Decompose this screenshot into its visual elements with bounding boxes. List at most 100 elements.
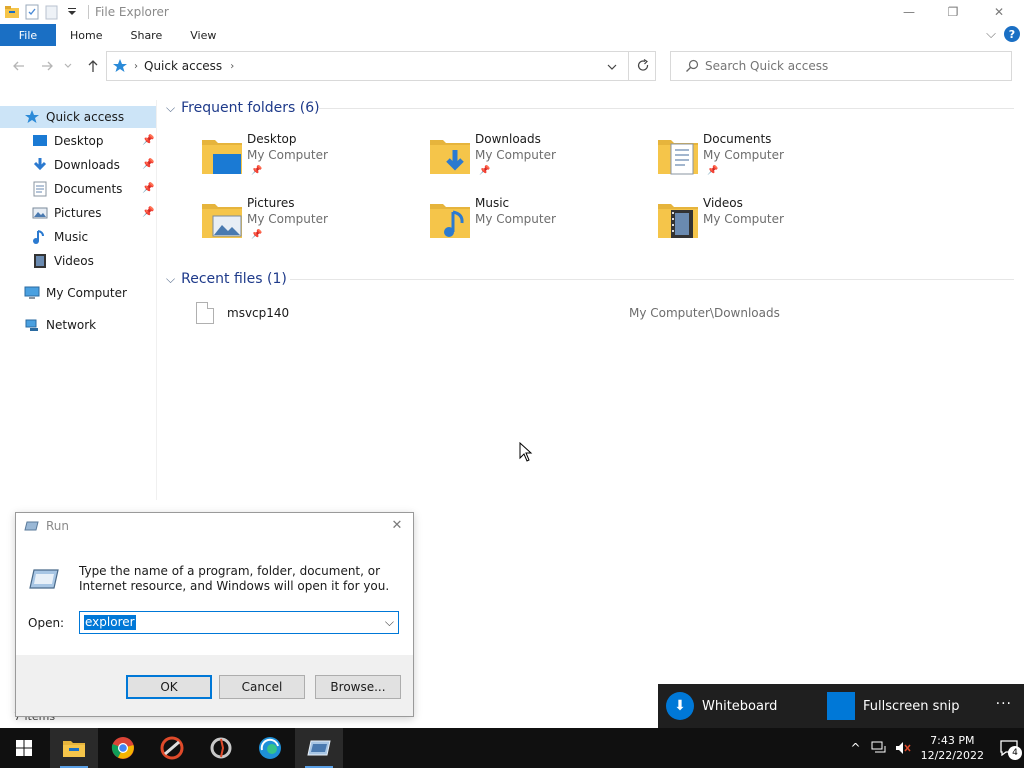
sidebar-item-my-computer[interactable]: My Computer (0, 282, 156, 304)
run-close-button[interactable]: ✕ (389, 517, 405, 533)
run-open-input[interactable]: explorer ⌵ (79, 611, 399, 634)
star-icon (24, 109, 40, 125)
music-icon (32, 229, 48, 245)
minimize-icon: — (903, 5, 915, 19)
sidebar-item-label: Videos (54, 254, 94, 268)
whiteboard-button[interactable]: ⬇ Whiteboard (666, 692, 777, 720)
minimize-button[interactable]: — (886, 0, 932, 24)
tab-file[interactable]: File (0, 24, 56, 46)
sidebar-item-desktop[interactable]: Desktop 📌 (0, 130, 156, 152)
address-dropdown-icon[interactable] (607, 62, 617, 72)
videos-folder-icon (657, 198, 699, 240)
pin-icon: 📌 (707, 166, 719, 176)
run-input-value[interactable]: explorer (84, 615, 136, 630)
pictures-folder-icon (201, 198, 243, 240)
recent-files-title: Recent files (1) (181, 271, 287, 287)
folder-tile-pictures[interactable]: Pictures My Computer 📌 (201, 196, 421, 252)
recent-file-row[interactable]: msvcp140 My Computer\Downloads (196, 302, 996, 326)
recent-file-name: msvcp140 (227, 306, 290, 320)
browse-button[interactable]: Browse... (315, 675, 401, 699)
run-small-icon (24, 521, 39, 531)
volume-muted-icon[interactable] (895, 741, 911, 755)
back-arrow-icon (13, 61, 24, 71)
taskbar-file-explorer[interactable] (50, 728, 98, 768)
notification-count-badge: 4 (1008, 746, 1022, 760)
folder-name: Downloads (475, 132, 541, 146)
action-center-button[interactable]: 4 (994, 728, 1024, 768)
sidebar-item-downloads[interactable]: Downloads 📌 (0, 154, 156, 176)
sidebar-item-music[interactable]: Music (0, 226, 156, 248)
sidebar-item-videos[interactable]: Videos (0, 250, 156, 272)
cancel-button[interactable]: Cancel (219, 675, 305, 699)
picture-icon (32, 205, 48, 221)
breadcrumb-separator-icon[interactable]: › (134, 61, 138, 72)
properties-icon[interactable] (24, 4, 40, 20)
clock-date: 12/22/2022 (920, 749, 984, 762)
run-dialog: Run ✕ Type the name of a program, folder… (15, 512, 414, 717)
title-bar: File Explorer — ❐ ✕ (0, 0, 1024, 24)
forward-button[interactable] (38, 57, 56, 75)
folder-name: Desktop (247, 132, 297, 146)
folder-tile-music[interactable]: Music My Computer (429, 196, 649, 252)
tab-home[interactable]: Home (56, 24, 116, 46)
breadcrumb-chevron-icon[interactable]: › (230, 61, 234, 72)
ribbon-right-controls: ⌵ ? (986, 26, 1020, 42)
sidebar-item-documents[interactable]: Documents 📌 (0, 178, 156, 200)
run-icon (307, 740, 331, 756)
breadcrumb-quick-access[interactable]: Quick access (144, 59, 222, 73)
frequent-folders-header[interactable]: ⌵ Frequent folders (6) (166, 97, 320, 119)
clock[interactable]: 7:43 PM 12/22/2022 (921, 733, 984, 763)
folder-tile-desktop[interactable]: Desktop My Computer 📌 (201, 132, 421, 188)
folder-tile-videos[interactable]: Videos My Computer (657, 196, 877, 252)
new-folder-icon[interactable] (44, 4, 60, 20)
search-input[interactable] (705, 59, 985, 73)
folder-tile-documents[interactable]: Documents My Computer 📌 (657, 132, 877, 188)
back-button[interactable] (10, 57, 28, 75)
tab-view[interactable]: View (176, 24, 230, 46)
ok-button[interactable]: OK (126, 675, 212, 699)
ccleaner-icon (160, 736, 184, 760)
pin-icon: 📌 (142, 183, 155, 194)
fullscreen-snip-button[interactable]: Fullscreen snip (827, 692, 959, 720)
expand-ribbon-icon[interactable]: ⌵ (986, 27, 996, 42)
forward-arrow-icon (42, 61, 53, 71)
address-row: › Quick access › (0, 50, 1024, 82)
taskbar-run[interactable] (295, 728, 343, 768)
section-divider (290, 279, 1014, 280)
start-button[interactable] (0, 728, 48, 768)
taskbar-app-red[interactable] (148, 728, 196, 768)
close-button[interactable]: ✕ (976, 0, 1022, 24)
help-icon[interactable]: ? (1004, 26, 1020, 42)
run-dialog-title: Run (46, 519, 70, 533)
maximize-button[interactable]: ❐ (930, 0, 976, 24)
folder-location: My Computer (247, 212, 328, 226)
chevron-down-icon[interactable]: ⌵ (385, 615, 394, 630)
section-divider (318, 108, 1014, 109)
recent-locations-button[interactable] (62, 57, 74, 75)
folder-tile-downloads[interactable]: Downloads My Computer 📌 (429, 132, 649, 188)
customize-toolbar-icon[interactable] (64, 4, 80, 20)
taskbar-chrome[interactable] (99, 728, 147, 768)
network-tray-icon[interactable] (871, 741, 887, 755)
pin-icon: 📌 (251, 230, 263, 240)
recent-files-header[interactable]: ⌵ Recent files (1) (166, 268, 287, 290)
taskbar-app-gray[interactable] (197, 728, 245, 768)
explorer-app-icon[interactable] (4, 4, 20, 20)
chevron-up-icon[interactable]: ^ (851, 741, 861, 755)
collapse-chevron-icon: ⌵ (166, 100, 176, 115)
sidebar-item-quick-access[interactable]: Quick access (0, 106, 156, 128)
edge-icon (259, 737, 281, 759)
address-bar[interactable]: › Quick access › (106, 51, 656, 81)
sidebar-item-network[interactable]: Network (0, 314, 156, 336)
search-box[interactable] (670, 51, 1012, 81)
folder-name: Videos (703, 196, 743, 210)
refresh-icon[interactable] (636, 59, 650, 73)
sidebar-item-pictures[interactable]: Pictures 📌 (0, 202, 156, 224)
taskbar-edge[interactable] (246, 728, 294, 768)
clock-time: 7:43 PM (930, 734, 975, 747)
tab-share[interactable]: Share (116, 24, 176, 46)
up-button[interactable] (84, 57, 102, 75)
pane-divider[interactable] (156, 100, 157, 500)
app-icon (210, 737, 232, 759)
more-options-icon[interactable]: ··· (996, 696, 1012, 712)
